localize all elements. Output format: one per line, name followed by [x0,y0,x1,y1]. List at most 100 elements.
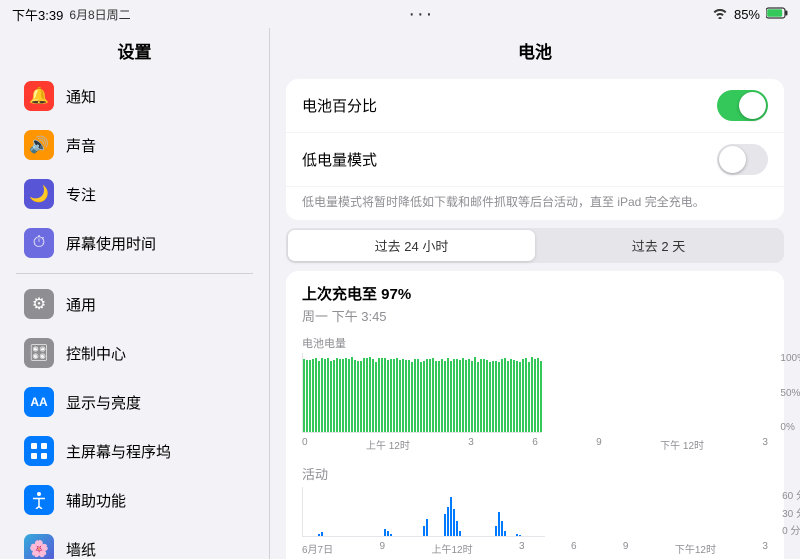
notification-icon: 🔔 [24,81,54,111]
battery-bar [465,360,467,432]
battery-bar [402,359,404,432]
battery-bar [471,361,473,432]
battery-bar [306,360,308,432]
sidebar-item-general[interactable]: ⚙ 通用 [8,280,261,328]
battery-bar [513,360,515,432]
activity-bar [390,534,392,536]
battery-bar [441,359,443,432]
battery-percent-toggle[interactable] [717,90,768,121]
battery-bar [423,361,425,432]
battery-settings-section: 电池百分比 低电量模式 低电量模式将暂时降低如下载和邮件抓取等后台活动，直至 i… [286,79,784,220]
activity-bar [426,519,428,536]
battery-bar [456,359,458,432]
battery-bar [327,358,329,432]
sidebar-item-screentime[interactable]: ⏱ 屏幕使用时间 [8,219,261,267]
battery-bar [516,361,518,432]
battery-bar [507,361,509,432]
activity-bar [501,521,503,536]
y-act-60: 60 分钟 [782,487,800,502]
battery-x-labels: 0 上午 12时 3 6 9 下午 12时 3 [302,437,768,452]
sidebar-item-focus[interactable]: 🌙 专注 [8,170,261,218]
battery-bar [324,359,326,432]
battery-bar [525,358,527,432]
battery-bar [492,361,494,432]
battery-bar [381,358,383,432]
battery-bar [477,362,479,432]
battery-bar [339,359,341,432]
battery-bar [498,362,500,432]
sidebar-item-notification[interactable]: 🔔 通知 [8,72,261,120]
battery-bar [414,359,416,432]
battery-bar [528,362,530,433]
battery-bar [495,361,497,432]
segment-btn-2d[interactable]: 过去 2 天 [535,230,782,261]
activity-bar [519,535,521,536]
display-icon: AA [24,387,54,417]
battery-bars [302,353,542,433]
activity-bar [495,526,497,536]
sidebar-item-sound[interactable]: 🔊 声音 [8,121,261,169]
chart-info-subtitle: 周一 下午 3:45 [302,306,768,325]
activity-bars [302,487,545,537]
sidebar-item-control[interactable]: 🎛 控制中心 [8,329,261,377]
low-power-toggle[interactable] [717,144,768,175]
sidebar-label-accessibility: 辅助功能 [66,490,126,511]
battery-bar [510,359,512,432]
battery-bar [396,358,398,432]
control-icon: 🎛 [24,338,54,368]
sidebar-item-wallpaper[interactable]: 🌸 墙纸 [8,525,261,559]
low-power-desc: 低电量模式将暂时降低如下载和邮件抓取等后台活动，直至 iPad 完全充电。 [286,187,784,220]
battery-bar [537,358,539,432]
battery-bar [474,357,476,432]
battery-bar [408,360,410,432]
status-date: 6月8日周二 [69,6,130,23]
battery-bar [432,358,434,432]
activity-bar [423,526,425,536]
battery-bar [321,358,323,432]
activity-bar [498,512,500,537]
battery-bar [453,359,455,432]
sidebar-title: 设置 [0,28,269,71]
battery-bar [435,361,437,432]
battery-bar [351,357,353,432]
battery-bar [450,361,452,432]
main-content: 设置 🔔 通知 🔊 声音 🌙 专注 ⏱ 屏幕使用时间 ⚙ 通用 🎛 [0,28,800,559]
battery-bar [348,359,350,432]
status-time: 下午3:39 [12,5,63,24]
battery-bar [399,360,401,432]
battery-bar [501,359,503,432]
y-label-0: 0% [780,422,800,433]
battery-percent-row: 电池百分比 [286,79,784,133]
homescreen-icon [24,436,54,466]
battery-percent-label: 电池百分比 [302,95,717,116]
sidebar-label-homescreen: 主屏幕与程序坞 [66,441,171,462]
chart-info-title: 上次充电至 97% [302,283,768,304]
sidebar-item-display[interactable]: AA 显示与亮度 [8,378,261,426]
activity-x-labels: 6月7日 9 上午12时6月8日 3 6 9 下午12时 3 [302,541,768,559]
low-power-label: 低电量模式 [302,149,717,170]
battery-chart-label: 电池电量 [302,335,768,351]
battery-bar [387,360,389,432]
sidebar-divider-1 [16,273,253,274]
battery-bar [366,358,368,432]
status-right: 85% [712,7,788,22]
sidebar-item-homescreen[interactable]: 主屏幕与程序坞 [8,427,261,475]
sidebar-label-wallpaper: 墙纸 [66,539,96,559]
activity-chart-label: 活动 [302,464,768,483]
battery-bar [429,359,431,432]
battery-bar [417,359,419,432]
accessibility-icon [24,485,54,515]
battery-bar [390,359,392,432]
general-icon: ⚙ [24,289,54,319]
activity-bar [456,521,458,536]
battery-bar [486,360,488,432]
y-act-30: 30 分钟 [782,505,800,520]
battery-bar [384,358,386,432]
activity-bar [384,529,386,536]
battery-bar [363,358,365,432]
battery-bar [480,359,482,432]
battery-bar [405,360,407,432]
sidebar-item-accessibility[interactable]: 辅助功能 [8,476,261,524]
battery-bar [444,361,446,432]
segment-btn-24h[interactable]: 过去 24 小时 [288,230,535,261]
